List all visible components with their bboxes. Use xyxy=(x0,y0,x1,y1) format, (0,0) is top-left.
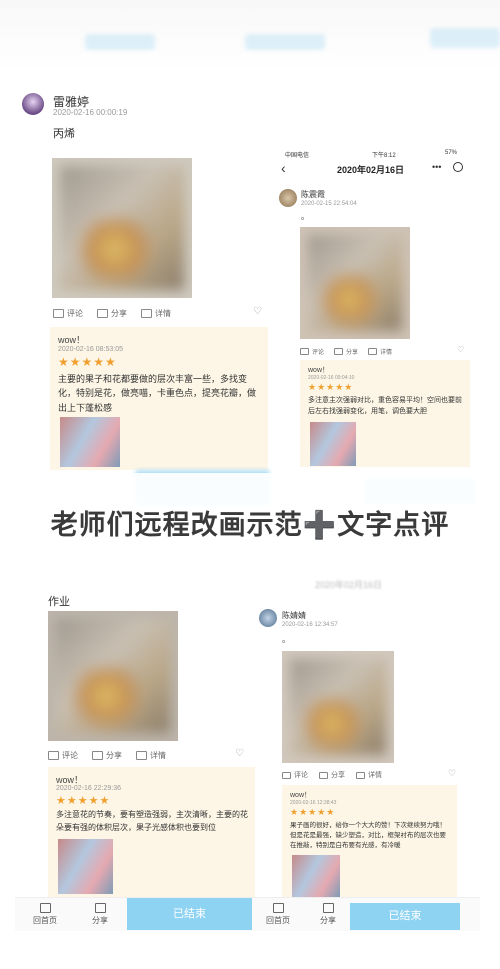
share-icon xyxy=(319,771,328,779)
back-icon[interactable]: ‹ xyxy=(281,160,286,176)
share-icon xyxy=(334,348,344,355)
nav-title: 2020年02月16日 xyxy=(337,165,405,175)
detail-action[interactable]: 详情 xyxy=(136,750,166,761)
share-action[interactable]: 分享 xyxy=(97,308,127,319)
teacher-comment-card: wow！ 2020-02-16 22:29:36 ★★★★★ 多注意花的节奏，要… xyxy=(48,767,258,897)
comment-text: 多注意花的节奏，要有塑造强弱，主次清晰，主要的花朵要有强的体积层次，果子光感体积… xyxy=(56,810,248,832)
close-icon[interactable] xyxy=(453,162,463,172)
tab-home[interactable]: 回首页 xyxy=(30,903,60,926)
post-actions: 评论 分享 详情 xyxy=(282,770,382,780)
corrected-artwork-thumbnail[interactable] xyxy=(58,839,113,894)
tab-home[interactable]: 回首页 xyxy=(263,903,293,926)
share-action[interactable]: 分享 xyxy=(334,347,358,356)
nav-title: 2020年02月16日 xyxy=(315,580,383,590)
more-icon[interactable]: ••• xyxy=(432,162,441,172)
avatar[interactable] xyxy=(259,609,277,627)
comment-date: 2020-02-16 22:29:36 xyxy=(56,785,121,792)
artwork-photo[interactable] xyxy=(282,651,394,763)
rating-stars: ★★★★★ xyxy=(58,355,117,369)
detail-action[interactable]: 详情 xyxy=(356,770,382,780)
share-icon xyxy=(97,309,108,318)
heart-icon[interactable]: ♡ xyxy=(457,345,464,354)
post-actions: 评论 分享 详情 xyxy=(300,347,392,356)
home-icon xyxy=(39,903,51,913)
corrected-artwork-thumbnail[interactable] xyxy=(310,422,356,466)
detail-icon xyxy=(136,751,147,760)
share-icon xyxy=(92,751,103,760)
post-text: 作业 xyxy=(48,596,70,608)
ended-status-button[interactable]: 已结束 xyxy=(127,898,252,930)
comment-title: wow！ xyxy=(58,335,86,345)
top-left-screenshot: 雷雅婷 2020-02-16 00:00:19 丙烯 评论 分享 详情 ♡ wo… xyxy=(15,85,280,470)
post-date: 2020-02-16 12:34:57 xyxy=(282,622,338,628)
comment-title: wow！ xyxy=(290,792,312,799)
comment-date: 2020-02-16 09:04:10 xyxy=(308,375,355,381)
comment-action[interactable]: 评论 xyxy=(53,308,83,319)
user-name: 陈婧婧 xyxy=(282,611,306,620)
teacher-comment-card: wow！ 2020-02-16 08:53:05 ★★★★★ 主要的果子和花都要… xyxy=(50,327,268,470)
rating-stars: ★★★★★ xyxy=(56,795,111,807)
status-carrier: 中国电信 xyxy=(285,153,310,159)
comment-date: 2020-02-16 12:38:43 xyxy=(290,800,337,806)
heart-icon[interactable]: ♡ xyxy=(235,748,244,759)
post-date: 2020-02-15 22:54:04 xyxy=(301,201,357,207)
comment-title: wow！ xyxy=(308,367,330,374)
comment-action[interactable]: 评论 xyxy=(300,347,324,356)
post-actions: 评论 分享 详情 xyxy=(53,308,171,319)
post-text: 。 xyxy=(282,635,290,644)
comment-text: 主要的果子和花都要做的层次丰富一些，多找变化，特别是花，做亮喵，卡重色点，提亮花… xyxy=(58,374,257,413)
comment-icon xyxy=(300,348,309,355)
detail-icon xyxy=(141,309,152,318)
tab-share[interactable]: 分享 xyxy=(85,903,115,926)
home-icon xyxy=(272,903,284,913)
tab-share[interactable]: 分享 xyxy=(313,903,343,926)
user-name: 陈震霞 xyxy=(301,190,325,199)
blurred-header xyxy=(0,0,500,70)
comment-date: 2020-02-16 08:53:05 xyxy=(58,346,123,353)
rating-stars: ★★★★★ xyxy=(290,807,336,817)
share-icon xyxy=(94,903,106,913)
comment-action[interactable]: 评论 xyxy=(282,770,308,780)
artwork-photo[interactable] xyxy=(48,611,178,741)
comment-icon xyxy=(53,309,64,318)
artwork-photo[interactable] xyxy=(52,158,192,298)
status-battery: 57% xyxy=(445,150,458,156)
comment-text: 果子画的很好，给你一个大大的赞！下次继续努力哦！但是花是最强，缺少塑造，对比，框… xyxy=(290,822,446,849)
avatar[interactable] xyxy=(279,189,297,207)
share-icon xyxy=(322,903,334,913)
headline-text: 老师们远程改画示范➕文字点评 xyxy=(50,510,450,540)
post-text: 丙烯 xyxy=(53,128,75,140)
top-right-screenshot: 中国电信 下午8:12 57% ‹ 2020年02月16日 ••• 陈震霞 20… xyxy=(277,147,482,467)
rating-stars: ★★★★★ xyxy=(308,382,354,392)
detail-icon xyxy=(356,771,365,779)
bottom-right-screenshot: 2020年02月16日 陈婧婧 2020-02-16 12:34:57 。 评论… xyxy=(255,580,480,931)
post-date: 2020-02-16 00:00:19 xyxy=(53,108,128,117)
comment-icon xyxy=(282,771,291,779)
comment-text: 多注意主次强弱对比，重色容易平均！空间也要前后左右找强弱变化，用笔，调色要大胆 xyxy=(308,397,462,416)
ended-status-button[interactable]: 已结束 xyxy=(350,903,460,930)
bottom-left-screenshot: 作业 评论 分享 详情 ♡ wow！ 2020-02-16 22:29:36 ★… xyxy=(15,585,260,931)
artwork-photo[interactable] xyxy=(300,227,410,339)
avatar[interactable] xyxy=(22,93,44,115)
detail-icon xyxy=(368,348,378,355)
detail-action[interactable]: 详情 xyxy=(141,308,171,319)
comment-action[interactable]: 评论 xyxy=(48,750,78,761)
heart-icon[interactable]: ♡ xyxy=(448,768,456,779)
heart-icon[interactable]: ♡ xyxy=(253,306,262,317)
corrected-artwork-thumbnail[interactable] xyxy=(292,855,340,897)
detail-action[interactable]: 详情 xyxy=(368,347,392,356)
corrected-artwork-thumbnail[interactable] xyxy=(60,417,120,467)
post-text: 。 xyxy=(301,212,309,221)
share-action[interactable]: 分享 xyxy=(319,770,345,780)
share-action[interactable]: 分享 xyxy=(92,750,122,761)
teacher-comment-card: wow！ 2020-02-16 09:04:10 ★★★★★ 多注意主次强弱对比… xyxy=(300,360,470,467)
status-time: 下午8:12 xyxy=(372,153,396,159)
teacher-comment-card: wow！ 2020-02-16 12:38:43 ★★★★★ 果子画的很好，给你… xyxy=(282,785,457,897)
post-actions: 评论 分享 详情 xyxy=(48,750,166,761)
comment-icon xyxy=(48,751,59,760)
